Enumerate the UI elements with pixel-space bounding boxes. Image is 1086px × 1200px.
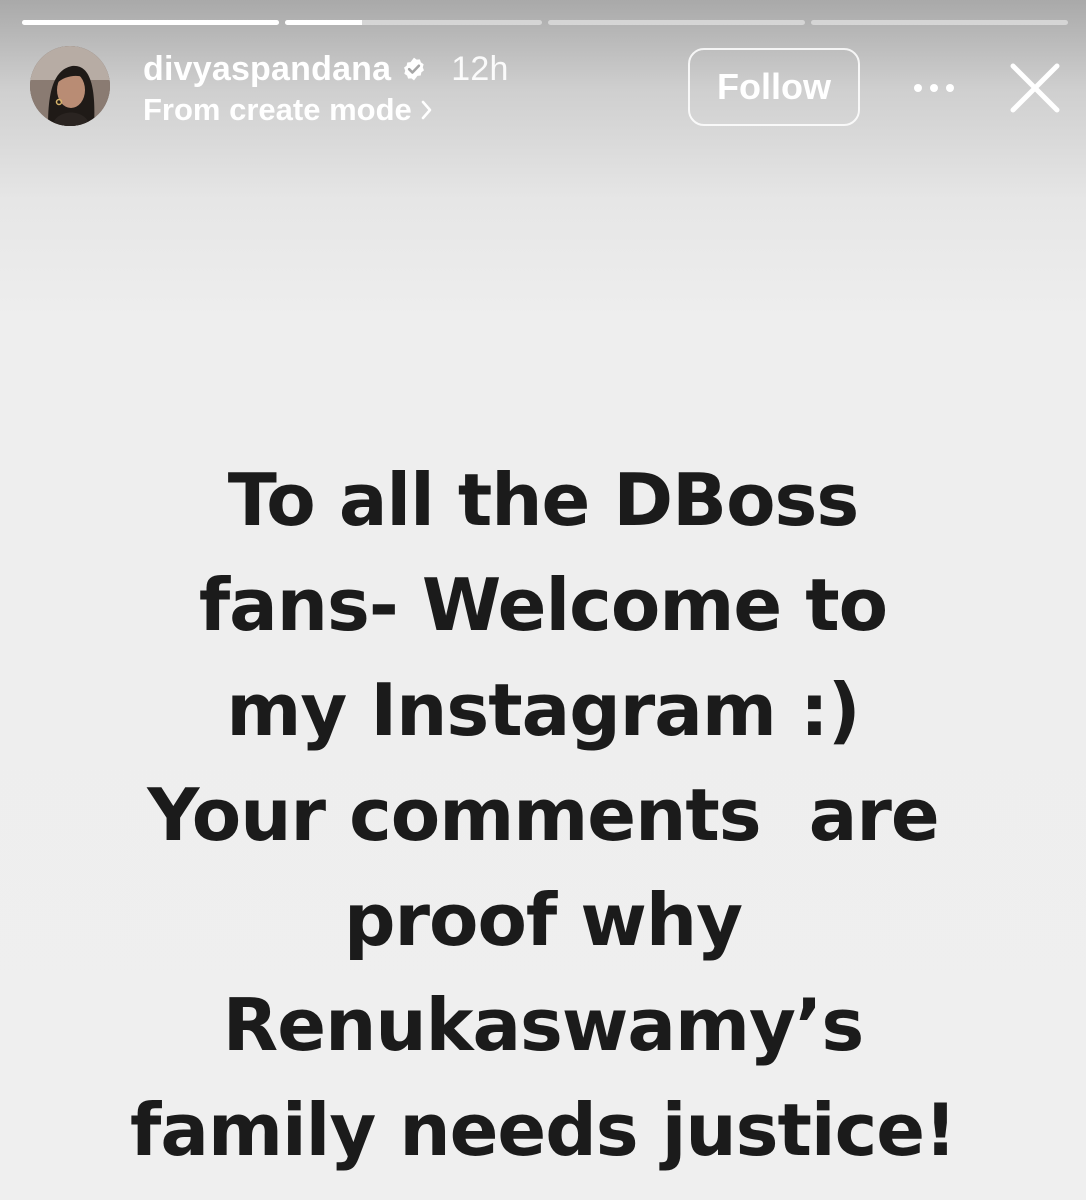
avatar[interactable] [30, 46, 110, 126]
username-row[interactable]: divyaspandana 12h [143, 48, 509, 90]
story-text-line: fans- Welcome to [198, 563, 888, 647]
story-viewer[interactable]: divyaspandana 12h From create mode Follo… [0, 0, 1086, 1200]
story-text-line: Your comments are [147, 773, 939, 857]
create-mode-link[interactable]: From create mode [143, 90, 434, 130]
close-button[interactable] [1003, 56, 1067, 120]
story-text: To all the DBoss fans- Welcome to my Ins… [40, 448, 1046, 1183]
progress-fill [22, 20, 279, 25]
more-horizontal-icon [914, 84, 954, 92]
story-text-line: To all the DBoss [227, 458, 860, 542]
story-text-line: proof why [343, 878, 743, 962]
more-options-button[interactable] [906, 68, 962, 108]
create-mode-label: From create mode [143, 92, 412, 127]
progress-segment [548, 20, 805, 25]
progress-segment [285, 20, 542, 25]
story-progress [22, 20, 1068, 25]
progress-fill [285, 20, 363, 25]
chevron-right-icon [421, 100, 432, 120]
story-text-line: my Instagram :) [226, 668, 860, 752]
follow-button[interactable]: Follow [688, 48, 860, 126]
progress-segment [811, 20, 1068, 25]
story-text-line: family needs justice! [130, 1088, 957, 1172]
username[interactable]: divyaspandana [143, 50, 391, 89]
close-icon [1010, 63, 1060, 113]
avatar-image [30, 46, 110, 126]
verified-badge-icon [404, 57, 425, 81]
story-text-line: Renukaswamy’s [222, 983, 864, 1067]
post-time: 12h [451, 49, 509, 88]
progress-segment [22, 20, 279, 25]
